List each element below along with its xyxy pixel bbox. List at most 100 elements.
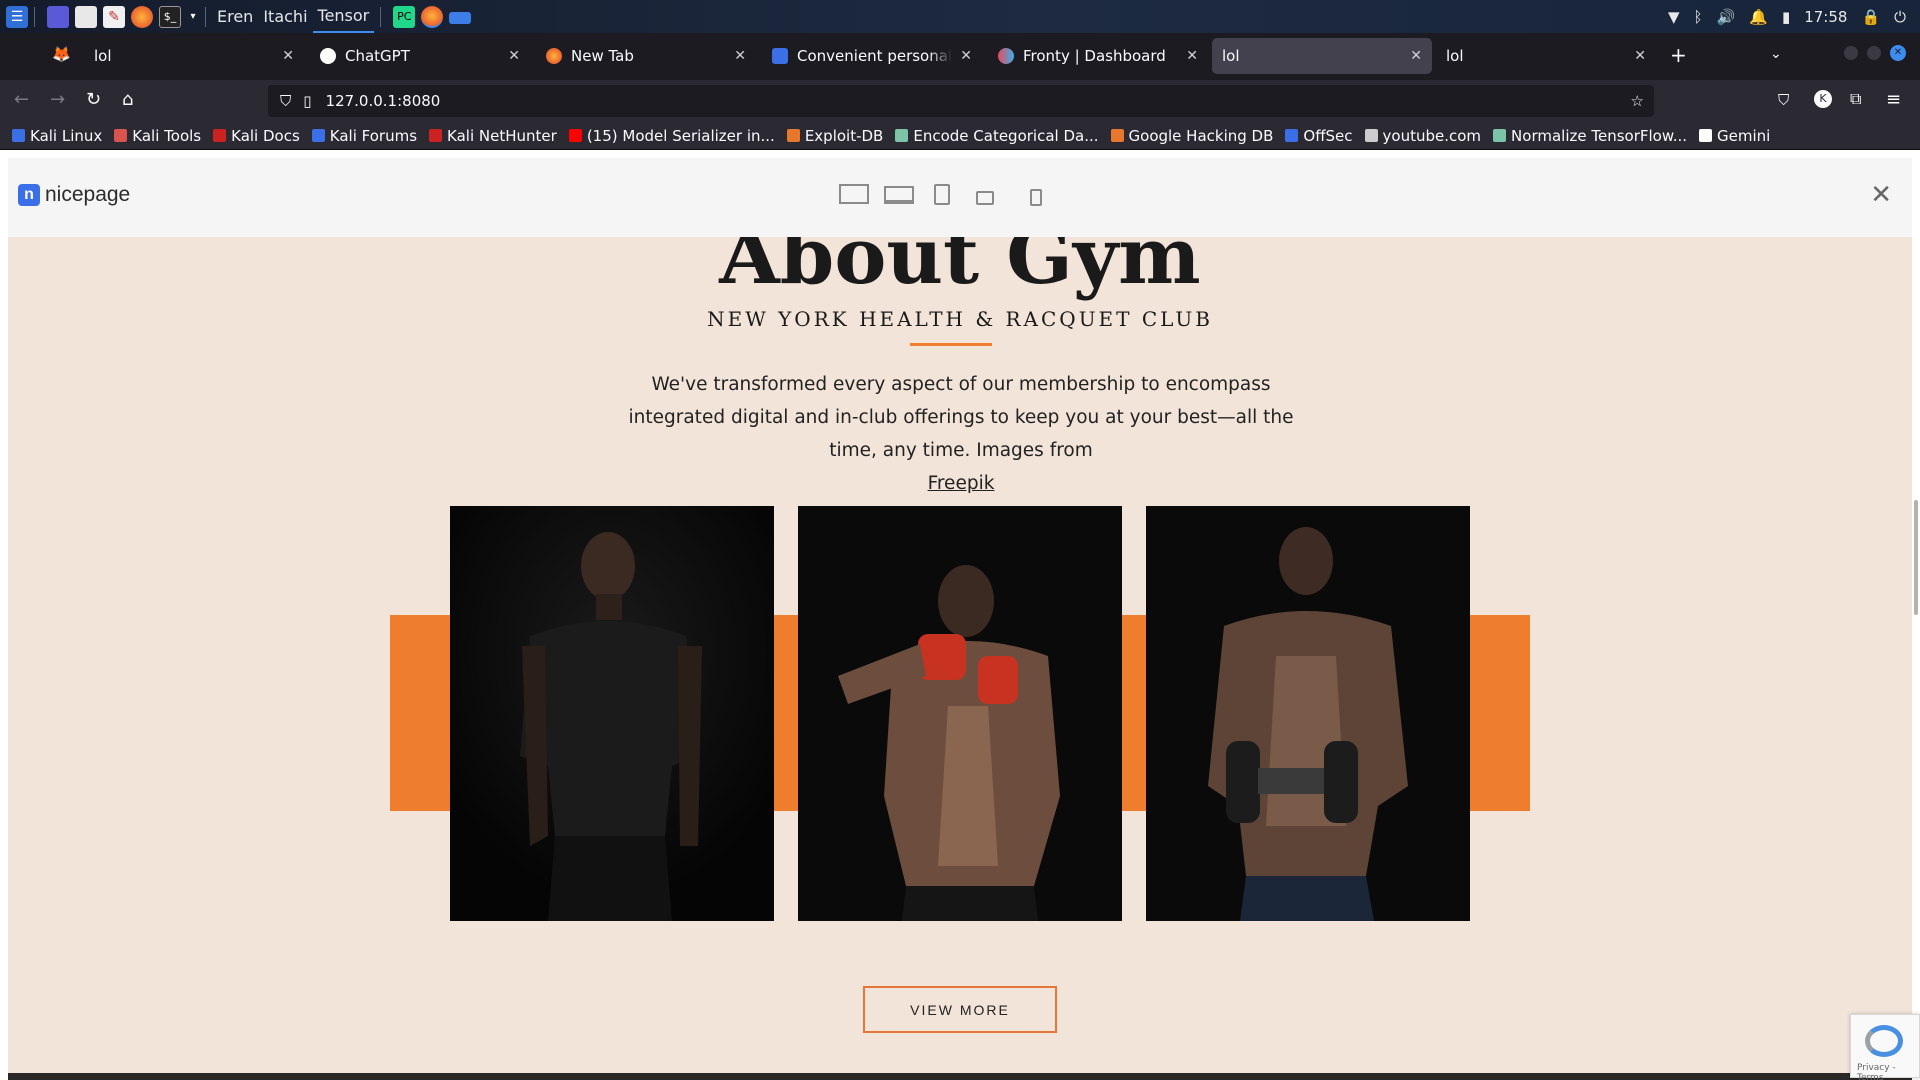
bookmark-item[interactable]: Encode Categorical Da... <box>895 127 1099 145</box>
maximize-icon[interactable] <box>1867 46 1881 60</box>
kali-menu-icon[interactable]: ☰ <box>6 5 28 28</box>
close-icon[interactable]: ✕ <box>960 48 972 64</box>
athlete-photo <box>450 506 774 921</box>
bluetooth-icon[interactable]: ᛒ <box>1694 8 1703 26</box>
bookmark-item[interactable]: Kali Linux <box>12 127 102 145</box>
page-scrollbar[interactable] <box>1914 500 1918 615</box>
notification-bell-icon[interactable]: 🔔 <box>1749 8 1768 26</box>
bookmark-item[interactable]: Kali Forums <box>311 127 417 145</box>
forward-arrow-icon[interactable]: → <box>50 89 65 110</box>
new-tab-icon[interactable]: + <box>1670 43 1687 67</box>
workspace-itachi[interactable]: Itachi <box>258 0 312 33</box>
wifi-icon[interactable]: ▼ <box>1668 8 1680 26</box>
view-more-button[interactable]: VIEW MORE <box>863 986 1057 1033</box>
close-icon[interactable]: ✕ <box>508 48 520 64</box>
bookmark-label: Exploit-DB <box>804 126 884 145</box>
back-arrow-icon[interactable]: ← <box>14 89 29 110</box>
close-icon[interactable]: ✕ <box>1186 48 1198 64</box>
recaptcha-badge[interactable]: Privacy - Terms <box>1850 1014 1920 1080</box>
volume-icon[interactable]: 🔊 <box>1717 8 1736 26</box>
url-text[interactable]: 127.0.0.1:8080 <box>326 92 441 110</box>
bookmark-star-icon[interactable]: ☆ <box>1631 92 1644 110</box>
laptop-icon[interactable] <box>884 186 914 204</box>
bookmark-favicon-icon <box>1493 129 1507 142</box>
bookmark-item[interactable]: Kali Docs <box>213 127 300 145</box>
home-icon[interactable]: ⌂ <box>122 89 133 110</box>
close-icon[interactable]: ✕ <box>1870 180 1892 210</box>
bookmark-item[interactable]: Kali Tools <box>114 127 201 145</box>
firefox-icon[interactable] <box>131 5 153 28</box>
workspace-tensor[interactable]: Tensor <box>312 0 375 33</box>
recaptcha-footer[interactable]: Privacy - Terms <box>1857 1063 1919 1080</box>
tablet-landscape-icon[interactable] <box>976 191 994 205</box>
next-section-edge <box>8 1073 1912 1080</box>
hamburger-menu-icon[interactable]: ≡ <box>1886 89 1901 110</box>
bookmark-favicon-icon <box>568 129 582 142</box>
list-all-tabs-icon[interactable]: ⌄ <box>1770 46 1782 62</box>
bookmark-favicon-icon <box>895 129 909 142</box>
tab-lol-1[interactable]: lol ✕ <box>84 38 304 74</box>
terminal-icon[interactable]: $_ <box>159 5 181 28</box>
pycharm-icon[interactable]: PC <box>393 5 416 28</box>
boxer-photo <box>798 506 1122 921</box>
tab-label: New Tab <box>571 47 634 65</box>
minimize-icon[interactable] <box>1844 46 1858 60</box>
close-icon[interactable]: ✕ <box>734 48 746 64</box>
power-icon[interactable]: ⏻ <box>1894 8 1906 26</box>
clock[interactable]: 17:58 <box>1804 8 1847 26</box>
bookmark-item[interactable]: Exploit-DB <box>786 126 884 145</box>
nicepage-logo: n nicepage <box>18 183 130 207</box>
battery-icon[interactable]: ▮ <box>1782 8 1790 26</box>
shield-icon[interactable]: ⛉ <box>280 92 291 110</box>
close-icon[interactable]: ✕ <box>282 48 294 64</box>
bookmark-item[interactable]: youtube.com <box>1364 127 1481 145</box>
bookmark-item[interactable]: Google Hacking DB <box>1110 127 1273 145</box>
url-bar[interactable]: ⛉ ▯ 127.0.0.1:8080 ☆ <box>268 85 1654 117</box>
section-subtitle: NEW YORK HEALTH & RACQUET CLUB <box>707 307 1213 331</box>
account-icon[interactable]: K <box>1814 90 1832 108</box>
tab-lol-3[interactable]: lol ✕ <box>1436 38 1656 74</box>
tab-label: Convenient personal train <box>797 47 953 65</box>
bookmark-label: Normalize TensorFlow... <box>1511 126 1688 145</box>
bookmark-favicon-icon <box>311 129 325 142</box>
page-viewport: n nicepage ✕ About Gym NEW YORK HEALTH &… <box>0 150 1920 1080</box>
text-editor-icon[interactable]: ✎ <box>103 5 125 28</box>
desktop-icon[interactable] <box>839 184 869 204</box>
tab-label: lol <box>94 47 112 65</box>
close-icon[interactable]: ✕ <box>1410 48 1422 64</box>
page-info-icon[interactable]: ▯ <box>303 92 311 110</box>
bookmark-label: Kali NetHunter <box>447 126 557 145</box>
bookmark-favicon-icon <box>786 129 800 142</box>
reload-icon[interactable]: ↻ <box>86 89 101 110</box>
file-manager-icon[interactable] <box>75 5 97 28</box>
chevron-down-icon[interactable]: ▾ <box>187 6 199 28</box>
extensions-icon[interactable]: ⧉ <box>1850 89 1861 109</box>
bookmark-item[interactable]: Kali NetHunter <box>429 127 557 145</box>
bookmark-item[interactable]: Normalize TensorFlow... <box>1493 127 1687 145</box>
tab-new-tab[interactable]: New Tab ✕ <box>536 38 756 74</box>
bookmark-item[interactable]: Gemini <box>1699 127 1770 145</box>
bookmark-item[interactable]: OffSec <box>1285 127 1353 145</box>
desktop-icon[interactable] <box>47 5 69 28</box>
firefox-window-icon[interactable] <box>421 5 444 28</box>
tab-fronty-dashboard[interactable]: Fronty | Dashboard ✕ <box>988 38 1208 74</box>
tab-convenient-personal-train[interactable]: Convenient personal train ✕ <box>762 38 982 74</box>
lock-icon[interactable]: 🔒 <box>1861 8 1880 26</box>
phone-icon[interactable] <box>1030 189 1042 206</box>
firefox-view-icon[interactable]: 🦊 <box>52 45 71 63</box>
tab-lol-active[interactable]: lol ✕ <box>1212 38 1432 74</box>
workspace-eren[interactable]: Eren <box>212 0 258 33</box>
bookmark-item[interactable]: (15) Model Serializer in... <box>568 127 775 145</box>
close-icon[interactable]: ✕ <box>1634 48 1646 64</box>
bookmarks-toolbar: Kali Linux Kali Tools Kali Docs Kali Forums… <box>0 122 1920 150</box>
section-description: We've transformed every aspect of our me… <box>605 368 1317 500</box>
folder-window-icon[interactable] <box>449 11 472 24</box>
tablet-portrait-icon[interactable] <box>934 184 950 205</box>
taskbar-separator <box>205 6 206 27</box>
freepik-link[interactable]: Freepik <box>928 473 995 494</box>
close-window-icon[interactable]: ✕ <box>1890 45 1906 61</box>
tab-chatgpt[interactable]: ChatGPT ✕ <box>310 38 530 74</box>
pocket-icon[interactable]: ⛉ <box>1778 91 1789 109</box>
bookmark-label: Kali Docs <box>231 126 300 145</box>
bookmark-label: Gemini <box>1717 126 1771 145</box>
